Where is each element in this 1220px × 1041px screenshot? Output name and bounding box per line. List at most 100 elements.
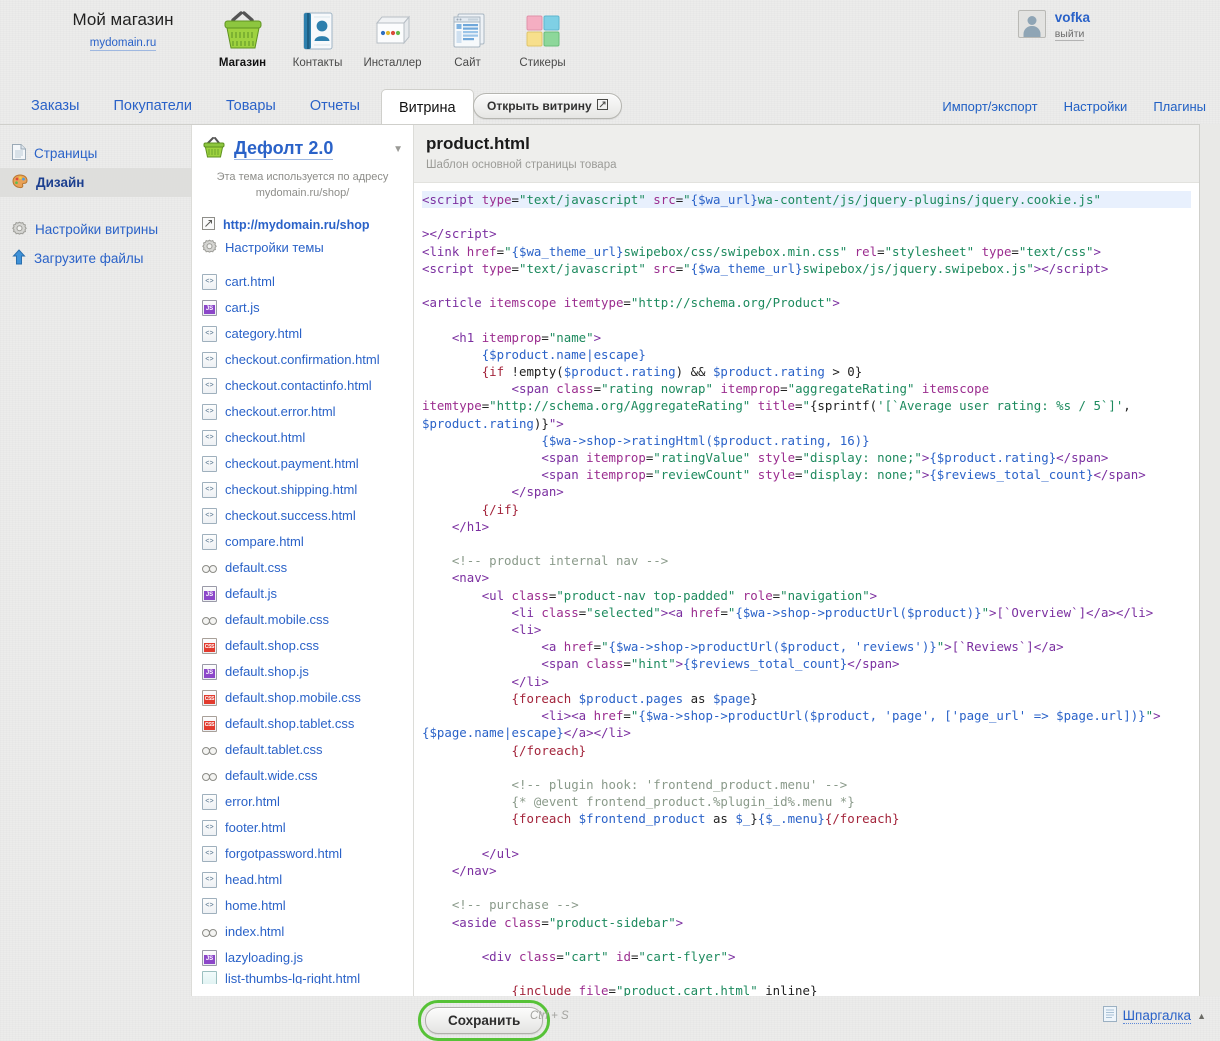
file-list-item[interactable]: checkout.error.html	[192, 399, 413, 425]
code-line: <span itemprop="reviewCount" style="disp…	[422, 467, 1146, 482]
app-site[interactable]: Сайт	[430, 6, 505, 78]
theme-storefront-url-link[interactable]: http://mydomain.ru/shop	[192, 214, 413, 236]
file-list-item[interactable]: checkout.shipping.html	[192, 477, 413, 503]
file-name: default.shop.css	[225, 638, 319, 653]
theme-settings-link[interactable]: Настройки темы	[192, 236, 413, 260]
file-list-item[interactable]: default.mobile.css	[192, 607, 413, 633]
code-line	[422, 278, 429, 293]
code-line: {include file="product.cart.html" inline…	[422, 983, 817, 997]
sidebar-item-design[interactable]: Дизайн	[0, 168, 191, 197]
sidebar-item-pages[interactable]: Страницы	[0, 139, 191, 168]
cheatsheet-toggle[interactable]: Шпаргалка ▲	[1103, 1006, 1206, 1025]
nav-settings[interactable]: Настройки	[1064, 99, 1128, 114]
file-name: checkout.html	[225, 430, 305, 445]
code-line: {$wa->shop->ratingHtml($product.rating, …	[422, 433, 870, 448]
file-list-item[interactable]: error.html	[192, 789, 413, 815]
tab-orders[interactable]: Заказы	[14, 88, 96, 124]
sidebar-item-upload-files[interactable]: Загрузите файлы	[0, 244, 191, 273]
gls-file-icon	[202, 742, 217, 758]
js-file-icon	[202, 586, 217, 602]
gls-file-icon	[202, 768, 217, 784]
code-line	[422, 312, 429, 327]
chevron-down-icon[interactable]: ▼	[393, 144, 403, 155]
external-link-icon	[202, 217, 215, 233]
file-list-item[interactable]: checkout.html	[192, 425, 413, 451]
file-list-item[interactable]: checkout.contactinfo.html	[192, 373, 413, 399]
user-name[interactable]: vofka	[1055, 10, 1090, 25]
file-name: index.html	[225, 924, 284, 939]
code-line: </li>	[422, 674, 549, 689]
file-name: home.html	[225, 898, 286, 913]
upload-arrow-icon	[12, 249, 26, 268]
doc-file-icon	[202, 456, 217, 472]
file-list-item[interactable]: footer.html	[192, 815, 413, 841]
file-list-item[interactable]: lazyloading.js	[192, 945, 413, 971]
file-list-item[interactable]: checkout.confirmation.html	[192, 347, 413, 373]
code-line: <script type="text/javascript" src="{$wa…	[422, 191, 1191, 208]
code-line: <article itemscope itemtype="http://sche…	[422, 295, 840, 310]
file-list-item[interactable]: category.html	[192, 321, 413, 347]
file-list-item[interactable]: head.html	[192, 867, 413, 893]
file-list-item[interactable]: index.html	[192, 919, 413, 945]
secondary-nav: Импорт/экспорт Настройки Плагины	[942, 88, 1206, 124]
tab-storefront[interactable]: Витрина	[381, 89, 474, 125]
file-list-item[interactable]: default.tablet.css	[192, 737, 413, 763]
file-name: checkout.confirmation.html	[225, 352, 380, 367]
cheatsheet-label: Шпаргалка	[1123, 1008, 1191, 1024]
open-storefront-button[interactable]: Открыть витрину	[473, 93, 622, 119]
code-line: {$product.name|escape}	[422, 347, 646, 362]
doc-file-icon	[202, 898, 217, 914]
nav-import-export[interactable]: Импорт/экспорт	[942, 99, 1037, 114]
sidebar-item-storefront-settings-label: Настройки витрины	[35, 222, 158, 237]
js-file-icon	[202, 950, 217, 966]
file-list-item[interactable]: default.css	[192, 555, 413, 581]
theme-name[interactable]: Дефолт 2.0	[234, 139, 333, 160]
file-list-item[interactable]: cart.html	[192, 269, 413, 295]
file-name: default.css	[225, 560, 287, 575]
file-list-item[interactable]: forgotpassword.html	[192, 841, 413, 867]
installer-icon	[355, 6, 430, 56]
sidebar-item-storefront-settings[interactable]: Настройки витрины	[0, 215, 191, 244]
file-list-item[interactable]: default.shop.mobile.css	[192, 685, 413, 711]
file-list-item[interactable]: checkout.success.html	[192, 503, 413, 529]
code-scroll-area[interactable]: <script type="text/javascript" src="{$wa…	[414, 183, 1199, 997]
file-list-item[interactable]: home.html	[192, 893, 413, 919]
tab-reports[interactable]: Отчеты	[293, 88, 377, 124]
tab-customers[interactable]: Покупатели	[96, 88, 208, 124]
gear-icon	[202, 239, 217, 257]
file-list-item[interactable]: compare.html	[192, 529, 413, 555]
code-text[interactable]: <script type="text/javascript" src="{$wa…	[414, 191, 1199, 997]
avatar-icon[interactable]	[1018, 10, 1046, 38]
code-line: <li><a href="{$wa->shop->productUrl($pro…	[422, 708, 1161, 740]
app-switcher: Магазин Контакты	[205, 6, 580, 78]
app-installer[interactable]: Инсталлер	[355, 6, 430, 78]
basket-icon	[202, 137, 226, 162]
app-shop[interactable]: Магазин	[205, 6, 280, 78]
app-contacts[interactable]: Контакты	[280, 6, 355, 78]
file-list-item[interactable]: default.wide.css	[192, 763, 413, 789]
nav-plugins[interactable]: Плагины	[1153, 99, 1206, 114]
open-storefront-label: Открыть витрину	[487, 99, 592, 113]
stickers-icon	[505, 6, 580, 56]
save-button[interactable]: Сохранить	[425, 1007, 543, 1034]
file-list-item[interactable]: default.js	[192, 581, 413, 607]
shop-domain-link[interactable]: mydomain.ru	[90, 37, 156, 51]
code-line: </nav>	[422, 863, 497, 878]
file-list-item[interactable]: cart.js	[192, 295, 413, 321]
tab-products[interactable]: Товары	[209, 88, 293, 124]
file-list-item[interactable]: checkout.payment.html	[192, 451, 413, 477]
logout-link[interactable]: выйти	[1055, 28, 1085, 41]
file-list-item[interactable]: default.shop.tablet.css	[192, 711, 413, 737]
file-name: default.mobile.css	[225, 612, 329, 627]
theme-storefront-url-label: http://mydomain.ru/shop	[223, 218, 370, 232]
sidebar-item-design-label: Дизайн	[36, 175, 84, 190]
app-stickers[interactable]: Стикеры	[505, 6, 580, 78]
palette-icon	[12, 174, 28, 192]
code-line: <ul class="product-nav top-padded" role=…	[422, 588, 877, 603]
code-line: </ul>	[422, 846, 519, 861]
doc-file-icon	[202, 404, 217, 420]
file-list-item[interactable]: default.shop.js	[192, 659, 413, 685]
file-list-item[interactable]: list-thumbs-lg-right.html	[192, 971, 413, 984]
document-icon	[12, 144, 26, 163]
file-list-item[interactable]: default.shop.css	[192, 633, 413, 659]
